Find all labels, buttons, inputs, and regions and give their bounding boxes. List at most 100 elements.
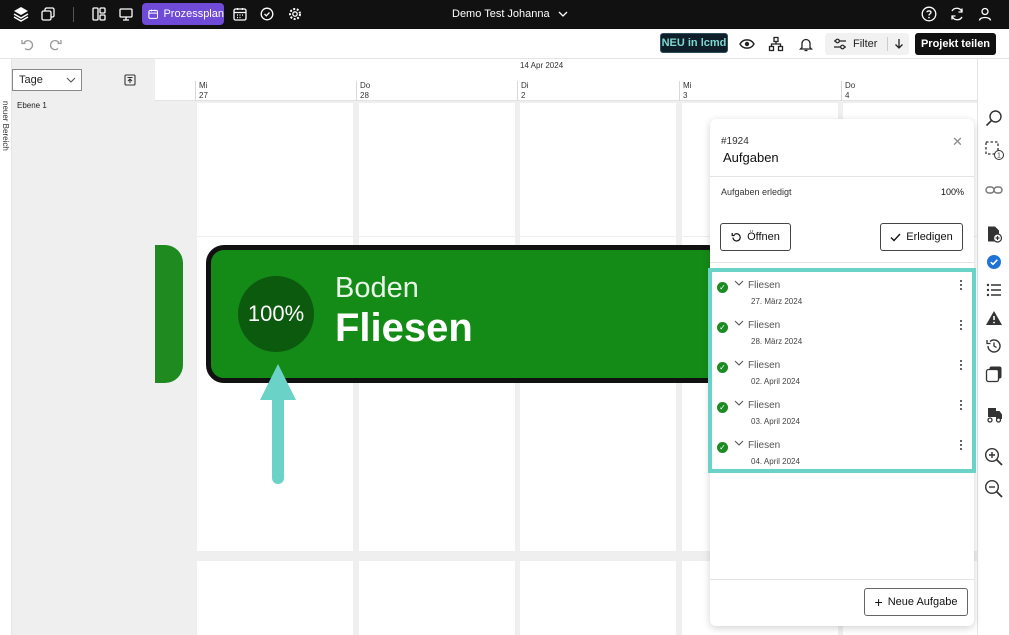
chevron-down-icon: [66, 77, 76, 83]
filter-label: Filter: [853, 38, 878, 50]
panel-title: Aufgaben: [723, 150, 779, 165]
help-icon[interactable]: [920, 5, 938, 23]
day-number: 3: [683, 91, 688, 100]
filter-button[interactable]: Filter: [825, 33, 909, 55]
search-icon[interactable]: [984, 108, 1004, 128]
grid-cell[interactable]: [197, 561, 353, 635]
list-icon[interactable]: [984, 280, 1004, 300]
refresh-icon[interactable]: [948, 5, 966, 23]
grid-cell[interactable]: [520, 103, 676, 236]
gear-icon[interactable]: [286, 5, 304, 23]
day-column-label: Do 4: [841, 81, 855, 101]
day-column-label: Do 28: [356, 81, 370, 101]
grid-cell[interactable]: [359, 561, 515, 635]
day-weekday: Mi: [199, 81, 208, 90]
task-id: #1924: [721, 136, 749, 147]
day-weekday: Mi: [683, 81, 692, 90]
tasks-done-label: Aufgaben erledigt: [721, 187, 792, 197]
project-selector[interactable]: Demo Test Johanna: [452, 8, 568, 20]
warning-icon[interactable]: [984, 308, 1004, 328]
check-badge-icon[interactable]: [984, 252, 1004, 272]
complete-button[interactable]: Erledigen: [880, 223, 963, 251]
new-task-button-label: Neue Aufgabe: [887, 596, 958, 608]
grid-cell[interactable]: [359, 397, 515, 551]
grid-cell[interactable]: [359, 103, 515, 236]
close-icon[interactable]: ✕: [952, 134, 963, 150]
eye-icon[interactable]: [738, 35, 756, 53]
right-tool-sidebar: 1: [977, 59, 1009, 635]
selection-icon[interactable]: 1: [984, 140, 1004, 160]
panel-divider: [710, 262, 974, 263]
sliders-icon: [834, 38, 846, 50]
sort-arrow-down-icon[interactable]: [894, 38, 904, 50]
new-area-label[interactable]: neuer Bereich: [1, 101, 10, 151]
day-number: 4: [845, 91, 850, 100]
zoom-in-icon[interactable]: [984, 447, 1004, 467]
tab-prozessplan-label: Prozessplan: [163, 8, 224, 20]
day-column-label: Di 2: [517, 81, 529, 101]
panel-divider: [710, 176, 974, 177]
news-badge[interactable]: NEU in lcmd: [660, 33, 728, 53]
task-bar-previous[interactable]: [155, 245, 183, 383]
task-bar-fliesen[interactable]: 100% Boden Fliesen: [206, 245, 726, 383]
user-icon[interactable]: [976, 5, 994, 23]
grid-cell[interactable]: [197, 103, 353, 236]
new-task-button[interactable]: + Neue Aufgabe: [864, 588, 968, 616]
complete-button-label: Erledigen: [906, 231, 953, 243]
day-number: 2: [521, 91, 526, 100]
level-panel: Tage Ebene 1: [12, 59, 155, 635]
hierarchy-icon[interactable]: [767, 35, 785, 53]
grid-cell[interactable]: [520, 561, 676, 635]
day-column-label: Mi 3: [679, 81, 691, 101]
panel-divider: [710, 579, 974, 580]
topbar-divider: [73, 7, 74, 22]
open-button-label: Öffnen: [747, 231, 780, 243]
zoom-out-icon[interactable]: [984, 479, 1004, 499]
arrow-up-annotation-icon: [260, 364, 296, 484]
checkmark-icon: [890, 233, 901, 241]
task-bar-title: Fliesen: [335, 306, 473, 350]
collapse-icon[interactable]: [124, 73, 138, 87]
view-select[interactable]: Tage: [12, 69, 82, 91]
task-bar-subtitle: Boden: [335, 272, 419, 304]
presentation-icon[interactable]: [117, 5, 135, 23]
date-header: 14 Apr 2024 Mi27 Do28 Di2 Mi3 Do4 Fr5: [155, 59, 977, 101]
add-document-icon[interactable]: [984, 224, 1004, 244]
day-number: 28: [360, 91, 369, 100]
view-select-value: Tage: [19, 74, 43, 86]
filter-divider: [887, 37, 889, 51]
day-number: 27: [199, 91, 208, 100]
share-project-button[interactable]: Projekt teilen: [915, 33, 996, 55]
selection-count: 1: [997, 153, 1001, 160]
highlight-annotation: [708, 268, 976, 473]
check-circle-icon[interactable]: [258, 5, 276, 23]
top-navigation-bar: Prozessplan Demo Test Johanna: [0, 0, 1009, 29]
layers-icon[interactable]: [12, 5, 30, 23]
link-icon[interactable]: [984, 180, 1004, 200]
open-button[interactable]: Öffnen: [720, 223, 791, 251]
undo-icon[interactable]: [18, 35, 36, 53]
grid-cell[interactable]: [520, 397, 676, 551]
calendar-icon: [148, 9, 159, 19]
layers-copy-icon[interactable]: [984, 364, 1004, 384]
day-column-label: Mi 27: [195, 81, 208, 101]
reopen-icon: [731, 232, 741, 242]
copy-icon[interactable]: [39, 5, 57, 23]
day-weekday: Di: [521, 81, 529, 90]
chevron-down-icon: [558, 11, 568, 17]
day-weekday: Do: [845, 81, 856, 90]
project-title: Demo Test Johanna: [452, 8, 550, 20]
calendar-grid-icon[interactable]: [231, 5, 249, 23]
tasks-done-value: 100%: [941, 187, 965, 197]
level-label: Ebene 1: [17, 101, 47, 110]
area-strip: neuer Bereich: [0, 59, 12, 635]
layout-icon[interactable]: [90, 5, 108, 23]
history-icon[interactable]: [984, 336, 1004, 356]
month-label: 14 Apr 2024: [520, 61, 564, 70]
delivery-truck-icon[interactable]: [984, 405, 1004, 425]
redo-icon[interactable]: [47, 35, 65, 53]
plus-icon: +: [874, 594, 883, 610]
progress-indicator: 100%: [238, 276, 314, 352]
tab-prozessplan[interactable]: Prozessplan: [142, 3, 224, 25]
bell-icon[interactable]: [797, 35, 815, 53]
